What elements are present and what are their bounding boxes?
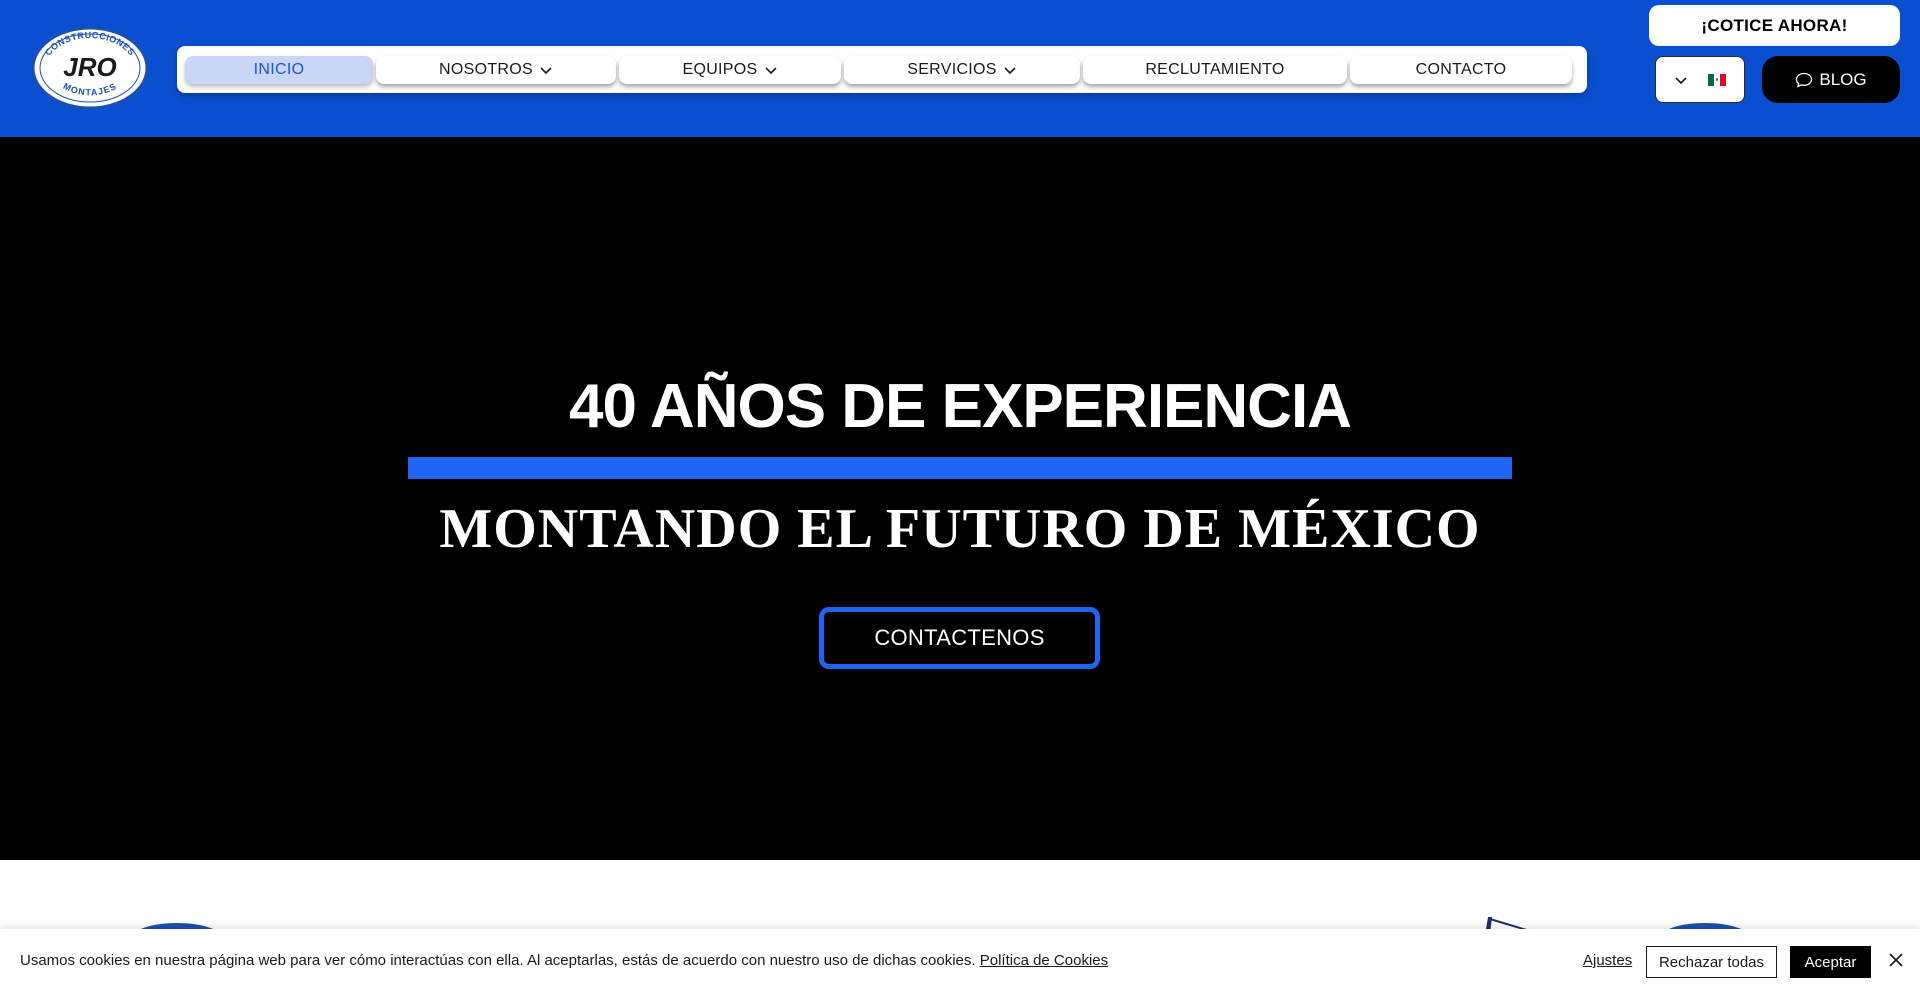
- contact-button[interactable]: CONTACTENOS: [819, 607, 1100, 669]
- cookie-text: Usamos cookies en nuestra página web par…: [20, 952, 976, 969]
- chevron-down-icon: [540, 66, 552, 74]
- logo-center-text: JRO: [63, 52, 116, 82]
- close-icon[interactable]: [1887, 951, 1905, 969]
- company-logo[interactable]: CONSTRUCCIONES MONTAJES JRO: [31, 26, 149, 110]
- cookie-banner: Usamos cookies en nuestra página web par…: [0, 929, 1920, 993]
- hero-divider-bar: [408, 457, 1512, 479]
- chat-bubble-icon: [1796, 72, 1813, 88]
- hero-section: 40 AÑOS DE EXPERIENCIA MONTANDO EL FUTUR…: [0, 137, 1920, 860]
- quote-button[interactable]: ¡COTICE AHORA!: [1649, 5, 1900, 46]
- nav-item-label: RECLUTAMIENTO: [1145, 60, 1285, 78]
- nav-item-servicios[interactable]: SERVICIOS: [844, 55, 1080, 84]
- chevron-down-icon: [764, 66, 777, 74]
- language-selector[interactable]: [1655, 56, 1745, 103]
- chevron-down-icon: [1004, 66, 1016, 74]
- nav-item-contacto[interactable]: CONTACTO: [1350, 55, 1572, 84]
- cookie-policy-link[interactable]: Política de Cookies: [980, 952, 1108, 969]
- nav-item-label: INICIO: [253, 60, 305, 78]
- nav-item-label: NOSOTROS: [439, 60, 533, 78]
- blog-button[interactable]: BLOG: [1762, 56, 1900, 103]
- mexico-flag-icon: [1708, 73, 1726, 86]
- hero-title: 40 AÑOS DE EXPERIENCIA: [569, 372, 1352, 441]
- site-header: CONSTRUCCIONES MONTAJES JRO INICIO NOSOT…: [0, 0, 1920, 137]
- main-nav: INICIO NOSOTROS EQUIPOS SERVICIOS RECLUT…: [177, 46, 1587, 93]
- nav-item-nosotros[interactable]: NOSOTROS: [376, 55, 616, 84]
- nav-item-reclutamiento[interactable]: RECLUTAMIENTO: [1083, 55, 1347, 84]
- nav-item-inicio[interactable]: INICIO: [185, 55, 373, 84]
- nav-item-label: SERVICIOS: [907, 60, 997, 78]
- reject-all-button[interactable]: Rechazar todas: [1646, 946, 1777, 978]
- blog-label: BLOG: [1819, 69, 1867, 89]
- nav-item-label: EQUIPOS: [682, 60, 758, 78]
- hero-subtitle: MONTANDO EL FUTURO DE MÉXICO: [439, 498, 1481, 560]
- chevron-down-icon: [1675, 76, 1687, 84]
- accept-button[interactable]: Aceptar: [1790, 946, 1871, 978]
- cookie-settings-link[interactable]: Ajustes: [1583, 952, 1632, 969]
- nav-item-equipos[interactable]: EQUIPOS: [619, 55, 841, 84]
- cookie-message: Usamos cookies en nuestra página web par…: [20, 952, 1108, 969]
- nav-item-label: CONTACTO: [1415, 60, 1507, 78]
